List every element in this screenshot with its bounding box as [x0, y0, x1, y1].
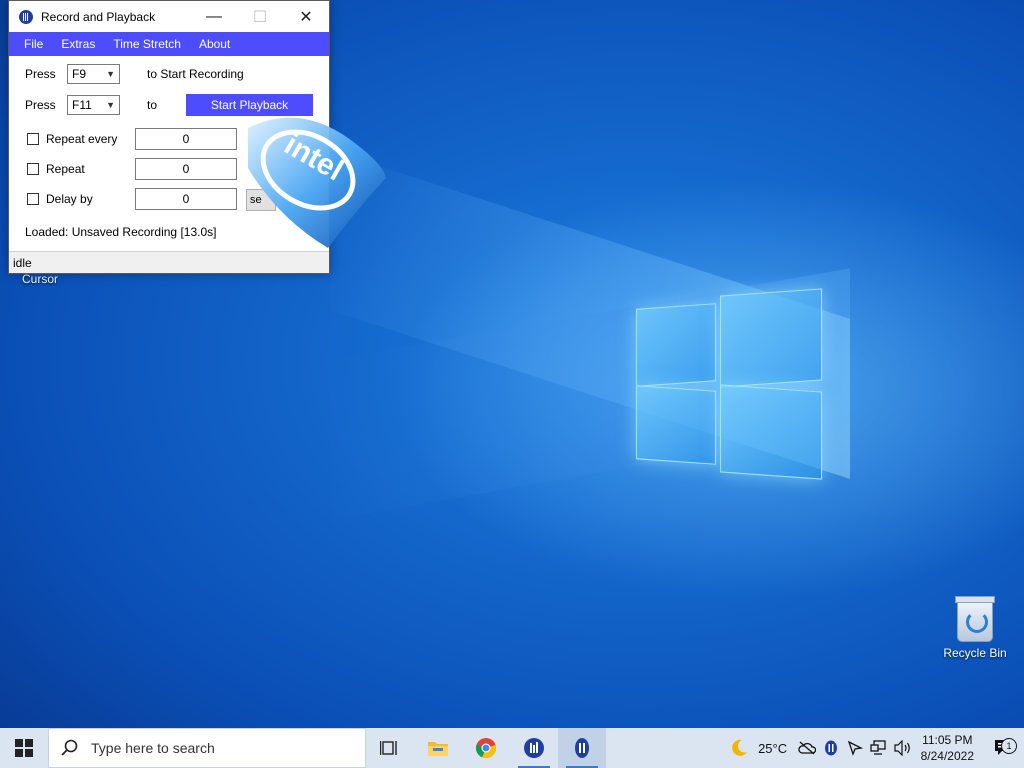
chevron-down-icon: ▼: [106, 69, 115, 79]
weather-temperature[interactable]: 25°C: [751, 741, 795, 756]
press-label: Press: [25, 67, 56, 81]
record-playback-app-icon: [575, 738, 589, 758]
network-icon[interactable]: [867, 740, 891, 756]
recycle-bin-label: Recycle Bin: [943, 646, 1007, 660]
windows-start-icon: [15, 739, 33, 757]
repeat-every-input[interactable]: 0: [135, 128, 237, 150]
system-tray: 25°C 11:05 PM 8/24/2022 1: [727, 728, 1024, 768]
taskbar-chrome[interactable]: [462, 728, 510, 768]
menu-time-stretch[interactable]: Time Stretch: [104, 37, 190, 51]
search-icon: [61, 739, 78, 756]
volume-icon[interactable]: [891, 740, 915, 756]
taskbar-clock[interactable]: 11:05 PM 8/24/2022: [921, 732, 974, 764]
record-playback-app-icon: [524, 738, 544, 758]
desktop-icon-recycle-bin[interactable]: Recycle Bin: [940, 596, 1010, 660]
start-button[interactable]: [0, 728, 48, 768]
taskbar-record-playback-2[interactable]: [558, 728, 606, 768]
windows-logo-wallpaper: [636, 288, 822, 480]
intel-watermark-logo: intel: [248, 117, 386, 248]
play-key-value: F11: [72, 98, 92, 112]
menu-extras[interactable]: Extras: [52, 37, 104, 51]
delay-checkbox[interactable]: [27, 193, 39, 205]
delay-input[interactable]: 0: [135, 188, 237, 210]
pen-icon[interactable]: [843, 740, 867, 756]
taskbar-search-box[interactable]: Type here to search: [48, 728, 366, 768]
menu-file[interactable]: File: [15, 37, 52, 51]
taskbar-record-playback-1[interactable]: [510, 728, 558, 768]
repeat-every-label: Repeat every: [46, 132, 118, 146]
press-label-2: Press: [25, 98, 56, 112]
repeat-input[interactable]: 0: [135, 158, 237, 180]
repeat-label: Repeat: [46, 162, 85, 176]
loaded-status: Loaded: Unsaved Recording [13.0s]: [25, 225, 217, 239]
desktop-icon-cursor-label[interactable]: Cursor: [22, 272, 58, 286]
notification-count-badge: 1: [1001, 738, 1017, 754]
clock-date: 8/24/2022: [920, 749, 974, 763]
repeat-checkbox[interactable]: [27, 163, 39, 175]
record-playback-tray-icon[interactable]: [819, 740, 843, 756]
play-key-select[interactable]: F11 ▼: [67, 95, 120, 115]
weather-moon-icon[interactable]: [727, 738, 751, 758]
task-view-button[interactable]: [366, 728, 414, 768]
chevron-down-icon: ▼: [106, 100, 115, 110]
record-hint: to Start Recording: [147, 67, 244, 81]
folder-icon: [428, 742, 448, 756]
menubar: File Extras Time Stretch About: [9, 32, 329, 56]
minimize-button[interactable]: —: [191, 1, 237, 32]
to-label: to: [147, 98, 158, 112]
search-placeholder: Type here to search: [91, 740, 215, 756]
chrome-icon: [475, 738, 497, 759]
app-icon: [19, 9, 33, 24]
window-titlebar[interactable]: Record and Playback — ☐ ✕: [9, 1, 329, 32]
onedrive-icon[interactable]: [795, 741, 819, 755]
clock-time: 11:05 PM: [922, 733, 973, 747]
menu-about[interactable]: About: [190, 37, 239, 51]
window-title: Record and Playback: [41, 9, 156, 24]
record-key-value: F9: [72, 67, 87, 81]
recycle-bin-icon: [955, 596, 995, 642]
taskbar: Type here to search 25°C 11:05 PM 8/24/2…: [0, 728, 1024, 768]
task-view-icon: [380, 741, 397, 755]
taskbar-file-explorer[interactable]: [414, 728, 462, 768]
delay-label: Delay by: [46, 192, 93, 206]
notifications-button[interactable]: 1: [984, 738, 1024, 757]
repeat-every-checkbox[interactable]: [27, 133, 39, 145]
record-key-select[interactable]: F9 ▼: [67, 64, 120, 84]
maximize-button: ☐: [252, 8, 268, 26]
close-button[interactable]: ✕: [283, 1, 329, 32]
